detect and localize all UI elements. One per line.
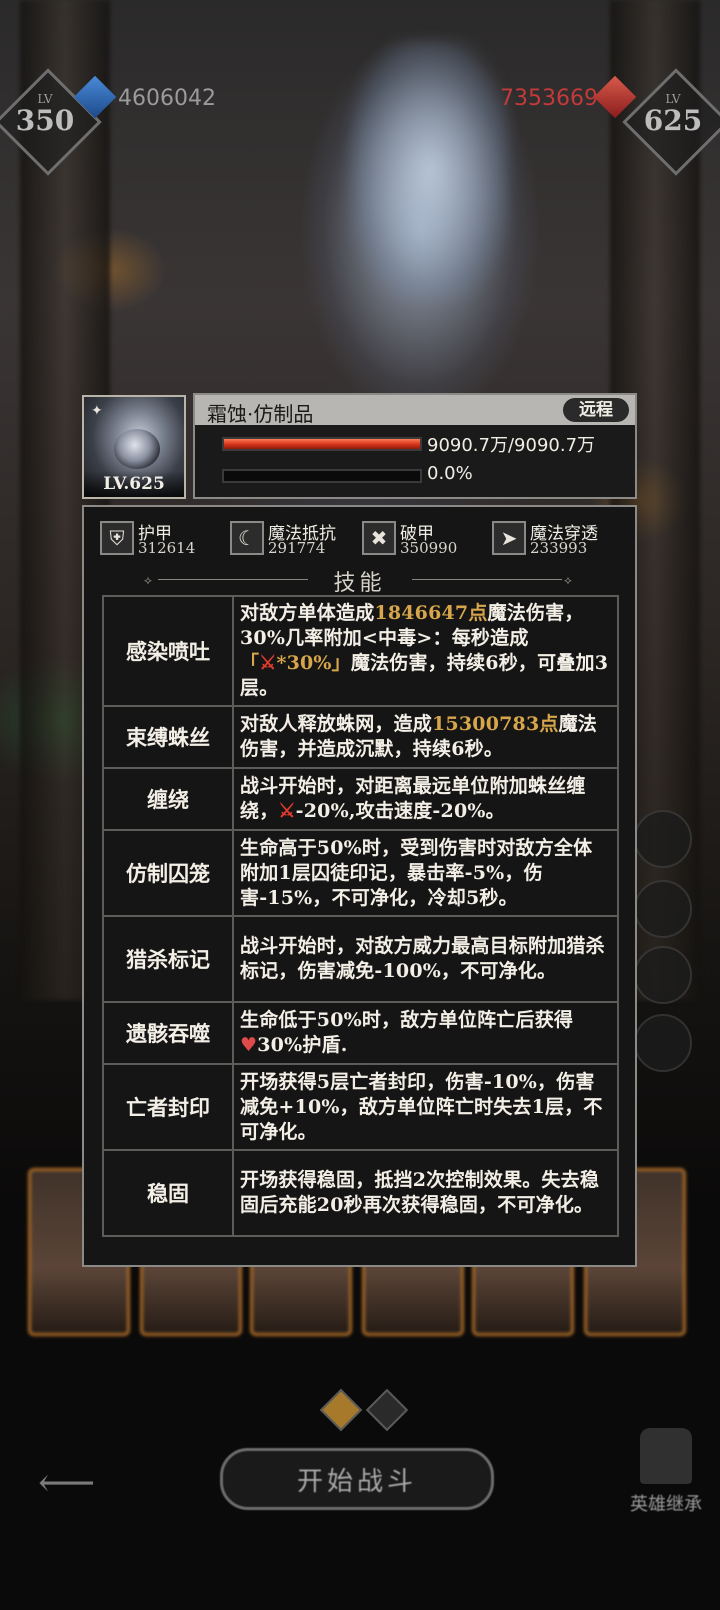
side-book-button[interactable] xyxy=(634,810,692,868)
description-text: 生命低于50%时，敌方单位阵亡后获得 xyxy=(240,1009,574,1031)
highlighted-value: 1846647点 xyxy=(374,602,488,624)
enemy-level-value: 625 xyxy=(643,104,703,137)
skill-row: 猎杀标记 战斗开始时，对敌方威力最高目标附加猎杀标记，伤害减免-100%，不可净化… xyxy=(102,915,619,1003)
ranged-class-icon: ✦ xyxy=(91,403,103,419)
energy-bar xyxy=(222,469,422,483)
description-text: 开场获得稳固，抵挡2次控制效果。失去稳固后充能20秒再次获得稳固，不可净化。 xyxy=(240,1169,600,1216)
portrait-level: LV.625 xyxy=(84,471,184,497)
skills-title: 技能 xyxy=(333,571,386,596)
magic-penetration-icon: ➤ xyxy=(492,521,526,555)
description-text: 开场获得5层亡者封印，伤害-10%，伤害减免+10%，敌方单位阵亡时失去1层，不… xyxy=(240,1070,603,1143)
unit-title-bar: 霜蚀·仿制品 远程 xyxy=(195,395,635,426)
description-text: 生命高于50%时，受到伤害时对敌方全体附加1层囚徒印记，暴击率-5%，伤害-15… xyxy=(240,836,593,909)
attack-icon: ⚔ xyxy=(259,652,277,674)
enemy-power: 7353669 xyxy=(500,86,598,111)
skill-description: 开场获得稳固，抵挡2次控制效果。失去稳固后充能20秒再次获得稳固，不可净化。 xyxy=(232,1149,619,1237)
boss-silhouette xyxy=(350,40,510,300)
skill-row: 束缚蛛丝 对敌人释放蛛网，造成15300783点魔法伤害，并造成沉默，持续6秒。 xyxy=(102,705,619,769)
skill-description: 对敌方单体造成1846647点魔法伤害，30%几率附加<中毒>：每秒造成「⚔*3… xyxy=(232,595,619,707)
highlighted-value: 15300783点 xyxy=(432,713,559,735)
side-speed-button[interactable] xyxy=(634,1014,692,1072)
skill-description: 对敌人释放蛛网，造成15300783点魔法伤害，并造成沉默，持续6秒。 xyxy=(232,705,619,769)
hero-inherit-icon[interactable] xyxy=(640,1428,692,1484)
skill-name: 束缚蛛丝 xyxy=(102,705,234,769)
skill-name: 缠绕 xyxy=(102,767,234,831)
spider-portrait-icon xyxy=(114,429,160,469)
skill-name: 遗骸吞噬 xyxy=(102,1001,234,1065)
skill-name: 亡者封印 xyxy=(102,1063,234,1151)
hero-inherit-label[interactable]: 英雄继承 xyxy=(618,1490,714,1516)
hp-bar-fill xyxy=(224,439,420,449)
skill-row: 稳固 开场获得稳固，抵挡2次控制效果。失去稳固后充能20秒再次获得稳固，不可净化。 xyxy=(102,1149,619,1237)
skill-description: 开场获得5层亡者封印，伤害-10%，伤害减免+10%，敌方单位阵亡时失去1层，不… xyxy=(232,1063,619,1151)
description-text: 对敌方单体造成 xyxy=(240,602,375,624)
divider xyxy=(412,579,562,580)
broken-heart-icon: ♥ xyxy=(240,1034,258,1056)
player-power: 4606042 xyxy=(118,86,216,111)
unit-portrait: ✦ LV.625 xyxy=(82,395,186,499)
skill-row: 感染喷吐 对敌方单体造成1846647点魔法伤害，30%几率附加<中毒>：每秒造成… xyxy=(102,595,619,707)
skill-row: 缠绕 战斗开始时，对距离最远单位附加蛛丝缠绕，⚔-20%,攻击速度-20%。 xyxy=(102,767,619,831)
skill-table: 感染喷吐 对敌方单体造成1846647点魔法伤害，30%几率附加<中毒>：每秒造成… xyxy=(102,595,619,1237)
description-text: -20%,攻击速度-20%。 xyxy=(295,800,505,822)
side-auto-button[interactable] xyxy=(634,946,692,1004)
side-formation-button[interactable] xyxy=(634,880,692,938)
attack-type-badge: 远程 xyxy=(563,398,629,422)
ornament-right-icon: ⟡ xyxy=(564,573,572,587)
skill-description: 战斗开始时，对敌方威力最高目标附加猎杀标记，伤害减免-100%，不可净化。 xyxy=(232,915,619,1003)
armor-break-icon: ✖ xyxy=(362,521,396,555)
skill-name: 仿制囚笼 xyxy=(102,829,234,917)
armor-icon: ⛨ xyxy=(100,521,134,555)
skill-description: 生命高于50%时，受到伤害时对敌方全体附加1层囚徒印记，暴击率-5%，伤害-15… xyxy=(232,829,619,917)
highlighted-value: *30%」 xyxy=(276,652,351,674)
skill-description: 战斗开始时，对距离最远单位附加蛛丝缠绕，⚔-20%,攻击速度-20%。 xyxy=(232,767,619,831)
description-text: 对敌人释放蛛网，造成 xyxy=(240,713,433,735)
back-arrow-icon[interactable]: ⟵ xyxy=(38,1460,95,1506)
skill-row: 亡者封印 开场获得5层亡者封印，伤害-10%，伤害减免+10%，敌方单位阵亡时失去… xyxy=(102,1063,619,1151)
stat-value: 350990 xyxy=(400,539,458,557)
skill-name: 感染喷吐 xyxy=(102,595,234,707)
skill-description: 生命低于50%时，敌方单位阵亡后获得 ♥30%护盾. xyxy=(232,1001,619,1065)
stat-value: 312614 xyxy=(138,539,196,557)
stat-value: 233993 xyxy=(530,539,588,557)
description-text: 30%护盾. xyxy=(257,1034,348,1056)
attack-icon: ⚔ xyxy=(278,800,296,822)
hp-text: 9090.7万/9090.7万 xyxy=(427,435,596,456)
skills-header: ⟡ 技能 ⟡ xyxy=(84,564,635,596)
description-text: 战斗开始时，对敌方威力最高目标附加猎杀标记，伤害减免-100%，不可净化。 xyxy=(240,935,605,982)
start-battle-button[interactable]: 开始战斗 xyxy=(220,1448,494,1510)
skill-row: 遗骸吞噬 生命低于50%时，敌方单位阵亡后获得 ♥30%护盾. xyxy=(102,1001,619,1065)
stat-value: 291774 xyxy=(268,539,326,557)
hp-bar xyxy=(222,437,422,451)
player-level-value: 350 xyxy=(15,104,75,137)
unit-name: 霜蚀·仿制品 xyxy=(207,402,314,426)
skill-row: 仿制囚笼 生命高于50%时，受到伤害时对敌方全体附加1层囚徒印记，暴击率-5%，伤… xyxy=(102,829,619,917)
unit-detail-panel: ⛨ 护甲 312614 ☾ 魔法抵抗 291774 ✖ 破甲 350990 ➤ … xyxy=(82,505,637,1267)
unit-header: 霜蚀·仿制品 远程 9090.7万/9090.7万 0.0% xyxy=(193,393,637,499)
skill-name: 猎杀标记 xyxy=(102,915,234,1003)
highlighted-value: 「 xyxy=(240,652,260,674)
energy-text: 0.0% xyxy=(427,463,473,484)
magic-resist-icon: ☾ xyxy=(230,521,264,555)
skill-name: 稳固 xyxy=(102,1149,234,1237)
